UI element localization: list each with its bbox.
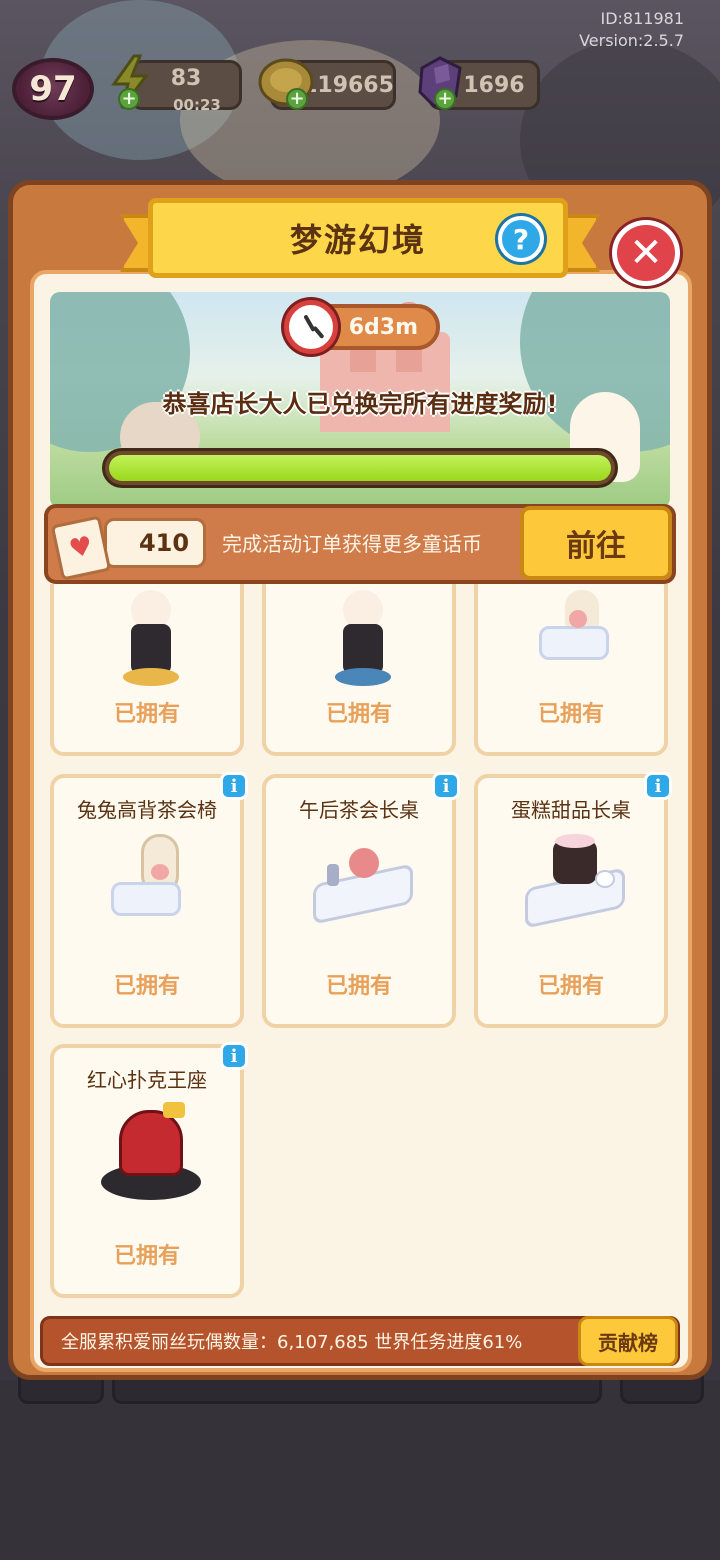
energy-timer: 00:23	[173, 96, 221, 114]
info-icon[interactable]: i	[432, 772, 460, 800]
coin-value: 119665	[302, 72, 394, 98]
server-progress-text: 全服累积爱丽丝玩偶数量：6,107,685 世界任务进度61%	[61, 1332, 523, 1353]
item-name: 午后茶会长桌	[299, 798, 419, 822]
add-energy-button[interactable]: +	[118, 88, 140, 110]
clock-hand	[312, 325, 325, 340]
rabbit-guard-blue-art	[313, 590, 413, 690]
owned-label: 已拥有	[325, 974, 392, 999]
owned-label: 已拥有	[113, 702, 180, 727]
owned-label: 已拥有	[537, 974, 604, 999]
item-name: 红心扑克王座	[87, 1068, 207, 1092]
event-timer-value: 6d3m	[348, 314, 418, 340]
rabbit-heart-chair-art	[525, 590, 625, 690]
reward-item-grid[interactable]: 已拥有 已拥有 已拥有 兔兔高背茶会椅 i 已拥有 午后茶会长桌 i 已拥有 蛋…	[40, 584, 680, 1300]
close-button[interactable]: ✕	[612, 220, 680, 286]
tea-party-table-art	[313, 834, 413, 934]
help-button[interactable]: ?	[498, 216, 544, 262]
add-gems-button[interactable]: +	[434, 88, 456, 110]
rabbit-guard-red-art	[101, 590, 201, 690]
clock-icon	[284, 300, 338, 354]
gem-value: 1696	[463, 72, 525, 98]
contribution-rank-button[interactable]: 贡献榜	[578, 1316, 678, 1366]
reward-item[interactable]: 午后茶会长桌 i 已拥有	[262, 772, 460, 1028]
level-value: 97	[29, 69, 77, 109]
level-badge[interactable]: 97	[12, 58, 94, 120]
reward-item[interactable]: 兔兔高背茶会椅 i 已拥有	[50, 772, 248, 1028]
red-heart-throne-art	[101, 1102, 201, 1204]
info-icon[interactable]: i	[220, 1042, 248, 1070]
bg-floor	[0, 1380, 720, 1560]
reward-item[interactable]: 蛋糕甜品长桌 i 已拥有	[474, 772, 672, 1028]
dialog-title: 梦游幻境	[289, 221, 426, 259]
reward-item[interactable]: 已拥有	[50, 584, 244, 756]
task-hint: 完成活动订单获得更多童话币	[222, 532, 482, 556]
go-button[interactable]: 前往	[520, 506, 672, 580]
progress-bar	[102, 448, 618, 488]
cake-dessert-table-art	[525, 834, 625, 934]
completion-message: 恭喜店长大人已兑换完所有进度奖励!	[162, 390, 558, 418]
item-name: 兔兔高背茶会椅	[77, 798, 217, 822]
owned-label: 已拥有	[325, 702, 392, 727]
owned-label: 已拥有	[537, 702, 604, 727]
fairy-coin-value: 410	[138, 529, 190, 557]
owned-label: 已拥有	[113, 1244, 180, 1269]
info-icon[interactable]: i	[220, 772, 248, 800]
reward-item[interactable]: 已拥有	[262, 584, 456, 756]
energy-value: 83	[170, 65, 202, 91]
rabbit-tea-chair-art	[101, 834, 201, 934]
build-info: ID:811981 Version:2.5.7	[579, 8, 684, 52]
progress-fill	[109, 455, 611, 481]
add-coins-button[interactable]: +	[286, 88, 308, 110]
info-icon[interactable]: i	[644, 772, 672, 800]
fairy-coin-count: 410	[104, 518, 206, 568]
player-id: ID:811981	[600, 9, 684, 28]
item-name: 蛋糕甜品长桌	[511, 798, 631, 822]
owned-label: 已拥有	[113, 974, 180, 999]
version-label: Version:2.5.7	[579, 31, 684, 50]
reward-item[interactable]: 红心扑克王座 i 已拥有	[50, 1042, 248, 1298]
reward-item[interactable]: 已拥有	[474, 584, 668, 756]
